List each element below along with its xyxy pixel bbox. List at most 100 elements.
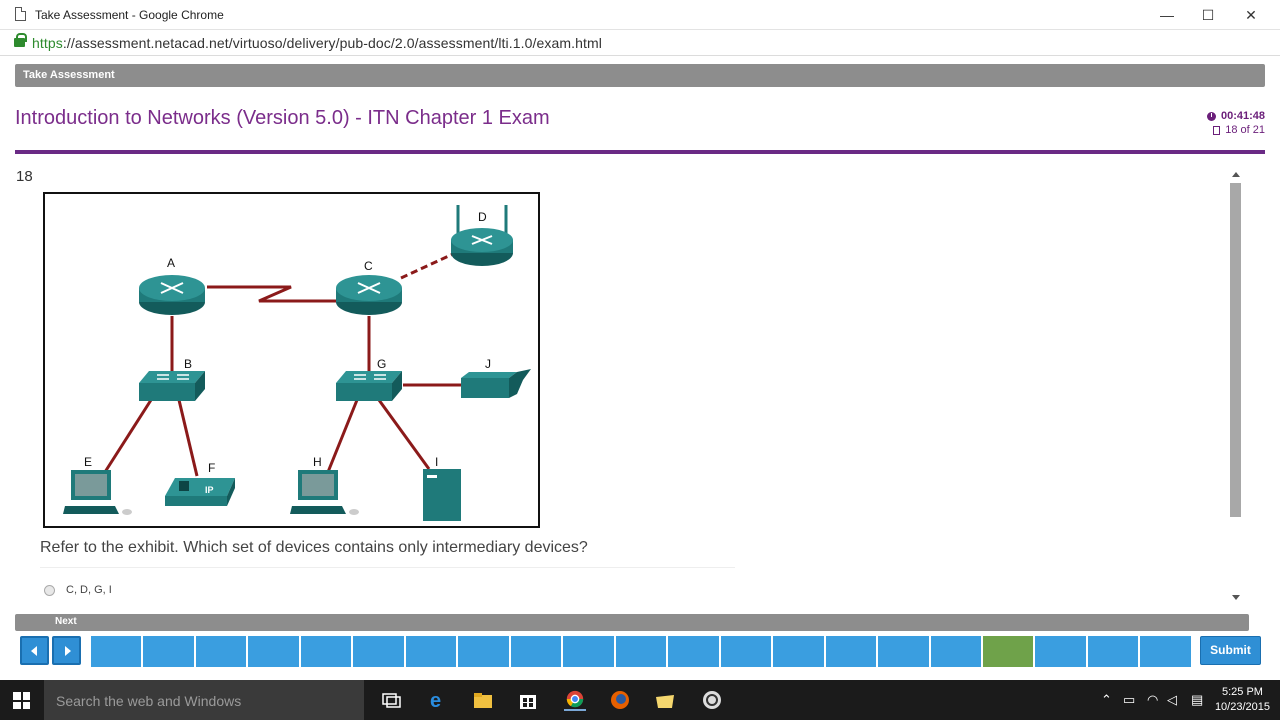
edge-browser-icon[interactable]: e: [427, 689, 449, 711]
answer-option-label: C, D, G, I: [66, 584, 112, 596]
url-path: ://assessment.netacad.net/virtuoso/deliv…: [62, 35, 602, 51]
clock-date: 10/23/2015: [1214, 701, 1270, 713]
next-bar: Next: [15, 614, 1249, 631]
scroll-up-icon[interactable]: [1232, 172, 1240, 177]
url-text[interactable]: https://assessment.netacad.net/virtuoso/…: [32, 35, 602, 51]
window-title-bar: Take Assessment - Google Chrome — ☐ ✕: [0, 0, 1280, 30]
file-explorer-icon[interactable]: [472, 689, 494, 711]
server-i: [423, 469, 461, 521]
taskbar-search-input[interactable]: Search the web and Windows: [44, 680, 364, 720]
tray-battery-icon[interactable]: ▭: [1123, 692, 1135, 708]
exam-title: Introduction to Networks (Version 5.0) -…: [15, 107, 550, 129]
question-cell-16[interactable]: [878, 636, 929, 667]
chrome-icon[interactable]: [564, 689, 586, 711]
windows-taskbar: Search the web and Windows e ⌃ ▭ ◠ ◁ ▤ 5…: [0, 680, 1280, 720]
forward-button[interactable]: [52, 636, 81, 665]
close-button[interactable]: ✕: [1236, 4, 1266, 26]
question-cell-6[interactable]: [353, 636, 404, 667]
task-view-icon[interactable]: [380, 689, 402, 711]
question-cell-7[interactable]: [405, 636, 457, 667]
window-title: Take Assessment - Google Chrome: [35, 8, 224, 22]
label-i: I: [435, 455, 438, 469]
chevron-left-icon: [31, 646, 37, 656]
tray-notification-icon[interactable]: ▤: [1191, 692, 1203, 708]
question-progress: 18 of 21: [1225, 124, 1265, 136]
app-icon[interactable]: [701, 689, 723, 711]
question-cell-13[interactable]: [720, 636, 772, 667]
switch-g: [336, 371, 402, 401]
link-g-i: [377, 399, 431, 470]
label-e: E: [84, 455, 92, 469]
question-cell-15[interactable]: [825, 636, 877, 667]
question-cell-20[interactable]: [1087, 636, 1139, 667]
question-cell-5[interactable]: [300, 636, 352, 667]
switch-b: [139, 371, 205, 401]
question-cell-9[interactable]: [510, 636, 562, 667]
page-icon: [1213, 125, 1221, 135]
question-cell-8[interactable]: [458, 636, 509, 667]
answer-radio[interactable]: [44, 584, 55, 596]
label-b: B: [184, 357, 192, 371]
question-cell-19[interactable]: [1035, 636, 1086, 667]
question-number: 18: [16, 168, 33, 185]
taskbar-clock[interactable]: 5:25 PM 10/23/2015: [1215, 685, 1270, 715]
folder-icon[interactable]: [654, 689, 676, 711]
scroll-down-icon[interactable]: [1232, 595, 1240, 600]
windows-start-icon[interactable]: [13, 692, 30, 709]
router-a: [139, 275, 205, 315]
printer-j: [461, 369, 531, 398]
label-f: F: [208, 461, 215, 475]
link-g-h: [326, 399, 359, 473]
question-cell-12[interactable]: [668, 636, 719, 667]
store-icon[interactable]: [517, 689, 539, 711]
maximize-button[interactable]: ☐: [1193, 4, 1223, 26]
serial-link-a-c: [207, 285, 337, 303]
phone-ip-label: IP: [205, 485, 214, 495]
question-cell-14[interactable]: [773, 636, 824, 667]
title-divider: [15, 150, 1265, 154]
question-divider: [40, 567, 735, 568]
question-cell-18[interactable]: [982, 636, 1034, 667]
answer-option[interactable]: C, D, G, I: [44, 584, 112, 596]
pc-e: [63, 470, 132, 515]
question-cell-21[interactable]: [1140, 636, 1191, 667]
content-scrollbar[interactable]: [1229, 168, 1243, 604]
link-b-e: [103, 399, 153, 473]
ip-phone-f: IP: [165, 478, 235, 506]
timer-value: 00:41:48: [1220, 110, 1265, 122]
previous-button[interactable]: [20, 636, 49, 665]
url-protocol: https: [32, 35, 63, 51]
document-icon: [15, 7, 26, 21]
label-j: J: [485, 357, 491, 371]
label-a: A: [167, 256, 175, 270]
exhibit-diagram: IP A C D B G J E F H I: [43, 192, 540, 528]
question-cell-17[interactable]: [930, 636, 981, 667]
link-c-d: [400, 252, 454, 280]
assessment-header-label: Take Assessment: [23, 69, 115, 81]
tray-wifi-icon[interactable]: ◠: [1147, 692, 1158, 708]
clock-time: 5:25 PM: [1221, 686, 1263, 698]
minimize-button[interactable]: —: [1152, 4, 1182, 26]
next-button[interactable]: Next: [55, 616, 77, 627]
question-cell-1[interactable]: [91, 636, 142, 667]
address-bar[interactable]: https://assessment.netacad.net/virtuoso/…: [0, 30, 1280, 56]
question-cell-4[interactable]: [248, 636, 299, 667]
question-cell-11[interactable]: [615, 636, 667, 667]
label-h: H: [313, 455, 322, 469]
question-cell-10[interactable]: [563, 636, 614, 667]
link-b-f: [177, 399, 199, 477]
lock-icon: [14, 33, 27, 47]
chevron-right-icon: [65, 646, 71, 656]
question-text: Refer to the exhibit. Which set of devic…: [40, 539, 588, 556]
router-c: [336, 275, 402, 315]
assessment-header-bar: Take Assessment: [15, 64, 1265, 87]
taskbar-search-placeholder: Search the web and Windows: [56, 693, 242, 709]
firefox-icon[interactable]: [609, 689, 631, 711]
submit-button[interactable]: Submit: [1200, 636, 1261, 665]
scrollbar-thumb[interactable]: [1230, 183, 1241, 517]
tray-chevron-up-icon[interactable]: ⌃: [1101, 692, 1112, 708]
label-g: G: [377, 357, 386, 371]
tray-volume-icon[interactable]: ◁: [1167, 692, 1177, 708]
question-cell-2[interactable]: [143, 636, 194, 667]
question-cell-3[interactable]: [195, 636, 247, 667]
